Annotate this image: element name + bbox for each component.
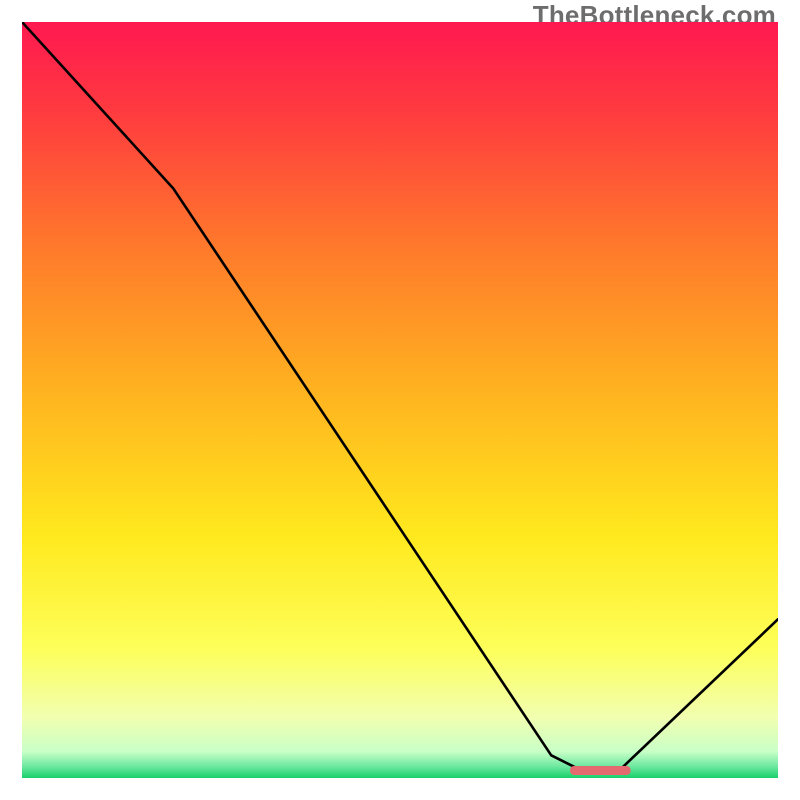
optimal-marker (570, 766, 630, 775)
bottleneck-chart (22, 22, 778, 778)
plot-area (22, 22, 778, 778)
chart-container: TheBottleneck.com (0, 0, 800, 800)
gradient-background (22, 22, 778, 778)
